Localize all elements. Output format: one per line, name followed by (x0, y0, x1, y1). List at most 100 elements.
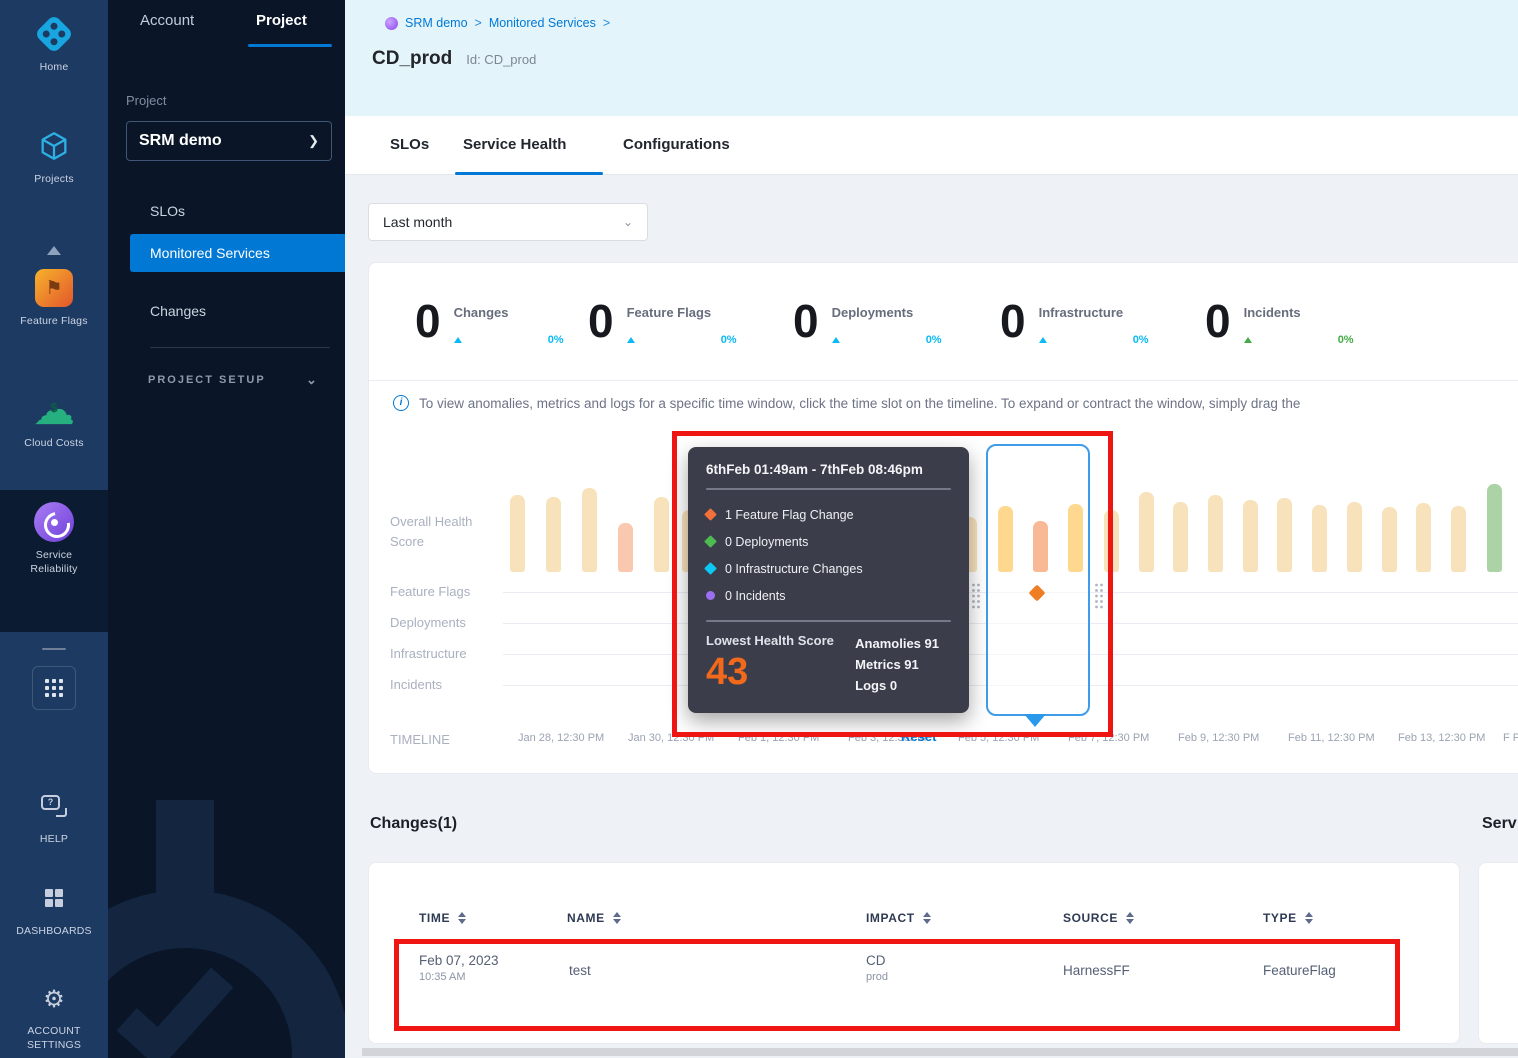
nav-tab-project[interactable]: Project (256, 12, 307, 29)
sidebar-item-projects[interactable]: Projects (0, 126, 108, 186)
drag-handle-right[interactable] (1094, 582, 1104, 610)
column-header-source[interactable]: SOURCE (1063, 911, 1134, 925)
projects-cube-icon (0, 126, 108, 166)
health-score-bar[interactable] (1277, 498, 1292, 572)
stat-value: 0 (793, 298, 819, 346)
timeline-tick: Feb 9, 12:30 PM (1178, 730, 1272, 747)
stat-changes: 0 Changes 0% (415, 298, 564, 346)
health-score-bar[interactable] (1139, 492, 1154, 572)
sidebar-item-home[interactable]: Home (0, 14, 108, 74)
nav-tab-account[interactable]: Account (140, 12, 194, 29)
tooltip-anomalies: Anamolies 91 (855, 633, 939, 654)
health-score-bar[interactable] (1243, 500, 1258, 572)
sidebar-item-dashboards[interactable]: DASHBOARDS (0, 878, 108, 938)
health-score-bar[interactable] (510, 495, 525, 572)
sidebar-item-account-settings[interactable]: ⚙ ACCOUNT SETTINGS (0, 980, 108, 1052)
sidebar-item-label: DASHBOARDS (0, 924, 108, 938)
health-score-bar[interactable] (1382, 507, 1397, 572)
health-score-bar[interactable] (1487, 484, 1502, 572)
stat-label: Deployments (832, 305, 914, 320)
health-score-bar[interactable] (618, 523, 633, 572)
column-label: TYPE (1263, 911, 1297, 925)
timeline-tick: Feb 13, 12:30 PM (1398, 730, 1492, 747)
service-id-label: Id: CD_prod (466, 52, 536, 67)
health-score-bar[interactable] (1451, 506, 1466, 572)
column-header-type[interactable]: TYPE (1263, 911, 1313, 925)
sidebar-item-monitored-services[interactable]: Monitored Services (130, 234, 345, 272)
project-nav-panel: Account Project Project SRM demo ❯ SLOs … (108, 0, 345, 1058)
health-score-bar[interactable] (1104, 510, 1119, 572)
health-score-bar[interactable] (582, 488, 597, 572)
chevron-right-icon: ❯ (308, 133, 319, 149)
stat-percent: 0% (926, 334, 942, 346)
health-score-bar[interactable] (1173, 502, 1188, 572)
tooltip-entry-text: 1 Feature Flag Change (725, 508, 854, 522)
grid-icon (45, 679, 63, 697)
timeslot-tooltip: 6thFeb 01:49am - 7thFeb 08:46pm 1 Featur… (688, 447, 969, 713)
selection-pointer-icon[interactable] (1024, 714, 1046, 727)
stat-value: 0 (588, 298, 614, 346)
sort-icon[interactable] (923, 912, 931, 924)
health-score-bar[interactable] (1416, 503, 1431, 572)
timeline-selection-window[interactable] (986, 444, 1090, 716)
tab-service-health[interactable]: Service Health (463, 136, 566, 153)
sidebar-item-slos[interactable]: SLOs (108, 192, 345, 230)
diamond-marker-icon (704, 535, 717, 548)
sidebar-item-changes[interactable]: Changes (108, 292, 345, 330)
health-score-bar[interactable] (546, 497, 561, 572)
timeline-tick: Feb 11, 12:30 PM (1288, 730, 1382, 747)
column-label: NAME (567, 911, 605, 925)
page-title: CD_prod (372, 48, 452, 70)
time-range-select[interactable]: Last month ⌄ (368, 203, 648, 241)
project-selector[interactable]: SRM demo ❯ (126, 121, 332, 161)
sidebar-item-service-reliability[interactable]: Service Reliability (0, 502, 108, 576)
sort-icon[interactable] (1305, 912, 1313, 924)
row-label-deployments: Deployments (390, 615, 466, 630)
trend-up-icon (1244, 337, 1252, 343)
tab-configurations[interactable]: Configurations (623, 136, 730, 153)
info-icon: i (393, 395, 409, 411)
module-grid-button[interactable] (32, 666, 76, 710)
tab-slos[interactable]: SLOs (390, 136, 429, 153)
stat-percent: 0% (1338, 334, 1354, 346)
sort-icon[interactable] (613, 912, 621, 924)
changes-table: TIME NAME IMPACT SOURCE TYPE Feb 07, 202… (368, 862, 1460, 1044)
sidebar-item-feature-flags[interactable]: ⚑ Feature Flags (0, 268, 108, 328)
service-tabbar: SLOs Service Health Configurations (345, 116, 1518, 175)
timeline-info-text: To view anomalies, metrics and logs for … (419, 396, 1300, 411)
trend-up-icon (832, 337, 840, 343)
stat-value: 0 (415, 298, 441, 346)
circle-marker-icon (706, 591, 715, 600)
breadcrumb-link-monitored-services[interactable]: Monitored Services (489, 16, 596, 30)
sidebar-item-help[interactable]: ? HELP (0, 786, 108, 846)
chevron-down-icon: ⌄ (306, 372, 317, 388)
tooltip-entry-text: 0 Infrastructure Changes (725, 562, 863, 576)
health-score-bar[interactable] (1347, 502, 1362, 572)
health-score-bar[interactable] (1208, 495, 1223, 572)
column-header-time[interactable]: TIME (419, 911, 466, 925)
right-panel-heading: Serv (1482, 815, 1517, 833)
horizontal-scrollbar[interactable] (362, 1048, 1518, 1056)
app-window: Account Project Project SRM demo ❯ SLOs … (0, 0, 1518, 1058)
stat-label: Feature Flags (627, 305, 712, 320)
project-avatar-icon (385, 17, 398, 30)
column-header-impact[interactable]: IMPACT (866, 911, 931, 925)
column-header-name[interactable]: NAME (567, 911, 621, 925)
project-setup-label: PROJECT SETUP (148, 374, 266, 386)
health-score-bar[interactable] (654, 497, 669, 572)
drag-handle-left[interactable] (971, 582, 981, 610)
sort-icon[interactable] (1126, 912, 1134, 924)
stat-deployments: 0 Deployments 0% (793, 298, 942, 346)
cloud-costs-icon: ☁$ (0, 390, 108, 430)
time-range-value: Last month (383, 214, 623, 230)
module-sidebar: Home Projects ⚑ Feature Flags ☁$ Cloud C… (0, 0, 108, 1058)
breadcrumb-link-project[interactable]: SRM demo (405, 16, 468, 30)
dashboards-icon (0, 878, 108, 918)
health-score-bar[interactable] (1312, 505, 1327, 572)
collapse-section-button[interactable] (0, 246, 108, 255)
sidebar-item-cloud-costs[interactable]: ☁$ Cloud Costs (0, 390, 108, 450)
project-setup-toggle[interactable]: PROJECT SETUP ⌄ (148, 374, 266, 386)
sort-icon[interactable] (458, 912, 466, 924)
trend-up-icon (1039, 337, 1047, 343)
reset-link[interactable]: Reset (901, 729, 936, 744)
